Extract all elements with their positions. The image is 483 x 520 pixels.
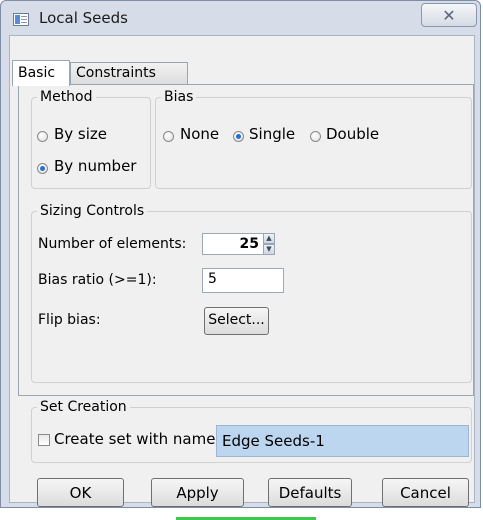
bias-double-radio[interactable]: [310, 131, 321, 142]
close-button[interactable]: ✕: [421, 3, 477, 27]
bias-none-label[interactable]: None: [180, 125, 219, 143]
title-bar[interactable]: Local Seeds ✕: [1, 1, 480, 35]
method-legend: Method: [40, 89, 93, 105]
bias-legend: Bias: [164, 89, 194, 105]
num-elements-spinner: ▲ ▼: [263, 233, 275, 255]
spin-down-icon[interactable]: ▼: [263, 244, 275, 255]
flip-bias-label: Flip bias:: [38, 312, 101, 328]
bias-single-radio[interactable]: [233, 131, 244, 142]
create-set-checkbox[interactable]: [38, 434, 50, 446]
select-button[interactable]: Select...: [204, 307, 269, 335]
ok-button[interactable]: OK: [37, 478, 124, 507]
close-icon: ✕: [442, 5, 456, 25]
num-elements-label: Number of elements:: [38, 236, 187, 252]
defaults-button[interactable]: Defaults: [268, 478, 352, 507]
app-window-icon: [13, 13, 29, 26]
bias-none-radio[interactable]: [163, 131, 174, 142]
tab-basic[interactable]: Basic: [12, 60, 70, 86]
set-creation-legend: Set Creation: [40, 399, 127, 415]
sizing-controls-group: Sizing Controls: [31, 203, 472, 383]
cancel-button[interactable]: Cancel: [382, 478, 469, 507]
tab-constraints[interactable]: Constraints: [70, 62, 188, 85]
sizing-legend: Sizing Controls: [40, 203, 145, 219]
num-elements-input[interactable]: 25: [202, 233, 264, 255]
method-by-number-radio[interactable]: [37, 163, 48, 174]
method-by-number-label[interactable]: By number: [54, 157, 136, 175]
method-by-size-radio[interactable]: [37, 131, 48, 142]
bias-ratio-input[interactable]: 5: [202, 268, 284, 293]
create-set-label[interactable]: Create set with name:: [54, 430, 221, 448]
bias-double-label[interactable]: Double: [326, 125, 379, 143]
bias-single-label[interactable]: Single: [249, 125, 295, 143]
window-title: Local Seeds: [39, 9, 128, 27]
bias-ratio-label: Bias ratio (>=1):: [38, 272, 157, 288]
spin-up-icon[interactable]: ▲: [263, 233, 275, 244]
set-name-input[interactable]: Edge Seeds-1: [216, 425, 469, 457]
apply-button[interactable]: Apply: [151, 478, 244, 507]
method-by-size-label[interactable]: By size: [54, 125, 107, 143]
